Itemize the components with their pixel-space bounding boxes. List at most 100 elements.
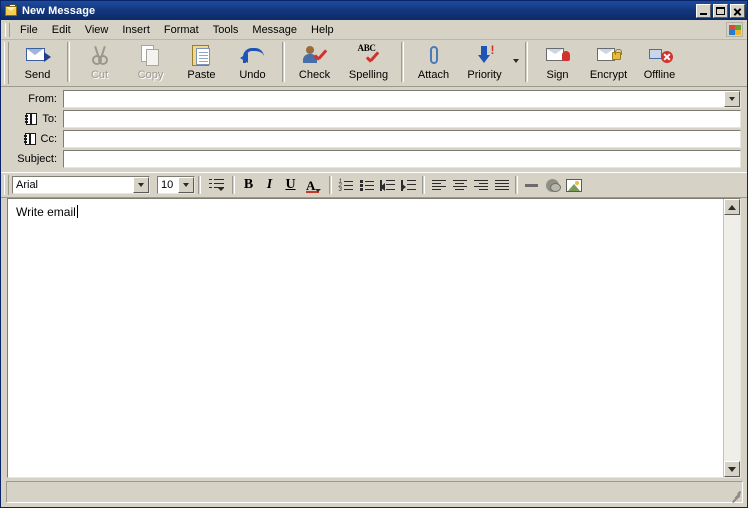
windows-flag-icon (726, 22, 743, 37)
underline-label: U (285, 177, 296, 192)
font-name-dropdown-button[interactable] (133, 177, 149, 193)
menu-item-help[interactable]: Help (304, 22, 341, 38)
align-right-button[interactable] (470, 175, 491, 195)
spelling-button[interactable]: ABC Spelling (340, 40, 397, 84)
font-size-dropdown-button[interactable] (178, 177, 194, 193)
encrypt-button[interactable]: Encrypt (583, 40, 634, 84)
chevron-down-icon (729, 97, 735, 101)
font-color-button[interactable]: A (301, 175, 326, 195)
menu-drag-grip[interactable] (5, 22, 10, 37)
cc-input[interactable] (64, 131, 740, 147)
font-name-combo[interactable]: Arial (12, 176, 150, 194)
sign-button[interactable]: Sign (532, 40, 583, 84)
from-field[interactable] (63, 90, 741, 108)
to-label-group: To: (7, 113, 63, 125)
copy-button[interactable]: Copy (125, 40, 176, 84)
resize-grip-icon[interactable] (729, 489, 741, 503)
chevron-down-icon (183, 183, 189, 187)
format-toolbar-grip[interactable] (4, 175, 9, 195)
format-separator (422, 176, 425, 194)
cc-field[interactable] (63, 130, 741, 148)
align-left-button[interactable] (428, 175, 449, 195)
italic-label: I (266, 177, 273, 192)
bulleted-list-icon (359, 179, 374, 191)
check-names-button[interactable]: Check (289, 40, 340, 84)
scroll-up-button[interactable] (724, 199, 740, 215)
bold-button[interactable]: B (238, 175, 259, 195)
copy-label: Copy (137, 69, 164, 81)
send-button[interactable]: Send (12, 40, 63, 84)
format-separator (515, 176, 518, 194)
toolbar-separator (401, 42, 404, 82)
send-label: Send (24, 69, 51, 81)
message-body-frame: Write email (7, 198, 741, 478)
cc-label-group: Cc: (7, 133, 63, 145)
new-message-window: New Message File Edit View Insert Format… (0, 0, 748, 508)
cut-button[interactable]: Cut (74, 40, 125, 84)
decrease-indent-button[interactable] (377, 175, 398, 195)
priority-arrow-icon: ! (472, 43, 498, 68)
menu-item-tools[interactable]: Tools (206, 22, 246, 38)
increase-indent-button[interactable] (398, 175, 419, 195)
menu-item-file[interactable]: File (13, 22, 45, 38)
from-dropdown-button[interactable] (724, 91, 740, 107)
undo-button[interactable]: Undo (227, 40, 278, 84)
check-names-icon (302, 43, 328, 68)
to-field[interactable] (63, 110, 741, 128)
format-separator (232, 176, 235, 194)
subject-row: Subject: (7, 150, 741, 168)
offline-button[interactable]: Offline (634, 40, 685, 84)
undo-label: Undo (239, 69, 266, 81)
numbered-list-button[interactable]: 1 2 3 (335, 175, 356, 195)
numbered-list-icon: 1 2 3 (339, 179, 353, 193)
cc-row: Cc: (7, 130, 741, 148)
toolbar-drag-grip[interactable] (4, 42, 9, 84)
cut-label: Cut (90, 69, 109, 81)
chevron-down-icon (138, 183, 144, 187)
paragraph-style-button[interactable] (204, 175, 229, 195)
subject-input[interactable] (64, 151, 740, 167)
to-input[interactable] (64, 111, 740, 127)
encrypt-padlock-icon (596, 43, 622, 68)
increase-indent-icon (401, 179, 416, 191)
from-row: From: (7, 90, 741, 108)
window-controls (696, 3, 745, 18)
body-vertical-scrollbar[interactable] (723, 199, 740, 477)
scroll-track[interactable] (724, 215, 740, 461)
address-book-icon[interactable] (25, 113, 38, 125)
insert-hyperlink-button[interactable] (542, 175, 563, 195)
from-input[interactable] (64, 91, 724, 107)
new-message-envelope-icon (4, 3, 18, 18)
priority-button[interactable]: ! Priority (459, 40, 510, 84)
menu-item-edit[interactable]: Edit (45, 22, 78, 38)
justify-icon (494, 179, 509, 191)
chevron-down-icon (728, 466, 736, 472)
underline-button[interactable]: U (280, 175, 301, 195)
font-size-combo[interactable]: 10 (157, 176, 195, 194)
title-bar: New Message (1, 1, 747, 20)
menu-item-message[interactable]: Message (245, 22, 304, 38)
menu-item-insert[interactable]: Insert (115, 22, 157, 38)
minimize-button[interactable] (696, 3, 711, 18)
menu-item-view[interactable]: View (78, 22, 116, 38)
paperclip-icon (421, 43, 447, 68)
close-button[interactable] (730, 3, 745, 18)
align-center-button[interactable] (449, 175, 470, 195)
insert-picture-button[interactable] (563, 175, 584, 195)
subject-field[interactable] (63, 150, 741, 168)
italic-button[interactable]: I (259, 175, 280, 195)
scroll-down-button[interactable] (724, 461, 740, 477)
toolbar-separator (282, 42, 285, 82)
address-book-icon[interactable] (23, 133, 37, 145)
offline-label: Offline (643, 69, 676, 81)
message-body-input[interactable]: Write email (8, 199, 723, 477)
attach-button[interactable]: Attach (408, 40, 459, 84)
priority-dropdown-button[interactable] (510, 40, 521, 82)
paste-button[interactable]: Paste (176, 40, 227, 84)
horizontal-line-button[interactable] (521, 175, 542, 195)
menu-item-format[interactable]: Format (157, 22, 206, 38)
send-envelope-icon (25, 43, 51, 68)
bulleted-list-button[interactable] (356, 175, 377, 195)
maximize-button[interactable] (713, 3, 728, 18)
justify-button[interactable] (491, 175, 512, 195)
